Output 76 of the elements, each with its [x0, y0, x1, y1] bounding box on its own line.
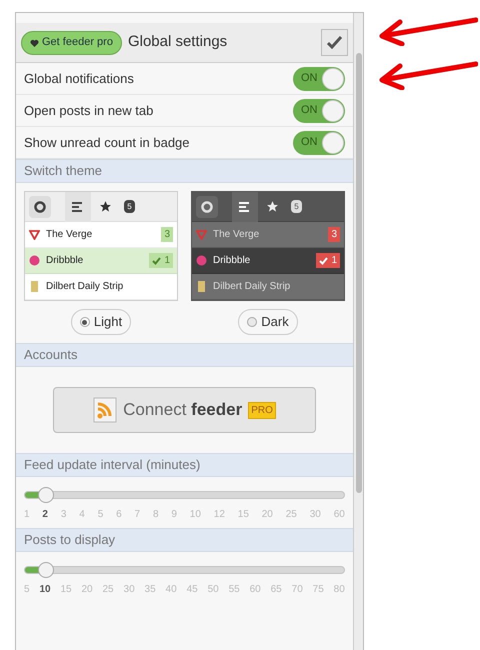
star-icon	[266, 200, 279, 213]
tick-label: 50	[208, 583, 219, 597]
tick-label: 70	[292, 583, 303, 597]
tick-label: 55	[228, 583, 240, 597]
tick-label: 4	[79, 508, 85, 522]
feed-icon	[196, 229, 207, 240]
setting-label: Global notifications	[24, 70, 134, 88]
tick-label: 35	[144, 583, 156, 597]
count-badge: 5	[291, 200, 302, 213]
unread-count: 3	[161, 227, 173, 242]
unread-count: 1	[316, 253, 340, 268]
tick-label: 25	[286, 508, 297, 522]
tick-label: 5	[24, 583, 30, 597]
tick-label: 30	[124, 583, 135, 597]
heart-icon	[30, 38, 39, 46]
tick-label: 65	[270, 583, 282, 597]
feed-name: Dilbert Daily Strip	[213, 280, 292, 294]
done-button[interactable]	[321, 29, 348, 56]
tick-label: 30	[310, 508, 321, 522]
tick-label: 10	[39, 583, 51, 597]
section-header: Switch theme	[16, 159, 353, 183]
theme-radio[interactable]: Light	[70, 309, 132, 335]
setting-label: Show unread count in badge	[24, 134, 190, 152]
scrollbar[interactable]	[353, 13, 363, 650]
tick-label: 75	[312, 583, 324, 597]
tick-label: 5	[98, 508, 104, 522]
tick-label: 15	[238, 508, 249, 522]
panel-title: Global settings	[128, 32, 228, 52]
tick-label: 20	[262, 508, 273, 522]
tick-label: 8	[152, 508, 159, 522]
feed-icon	[29, 281, 40, 292]
section-header: Posts to display	[16, 528, 353, 552]
slider-thumb[interactable]	[38, 562, 54, 578]
setting-label: Open posts in new tab	[24, 102, 154, 120]
tick-label: 60	[334, 508, 345, 522]
section-header: Accounts	[16, 343, 353, 367]
tick-label: 45	[186, 583, 198, 597]
theme-radio[interactable]: Dark	[238, 309, 298, 335]
pro-badge: PRO	[248, 402, 276, 418]
tick-label: 40	[166, 583, 177, 597]
tick-label: 3	[60, 508, 66, 522]
section-header: Feed update interval (minutes)	[16, 453, 353, 477]
tick-label: 9	[171, 508, 177, 522]
unread-count: 3	[328, 227, 340, 242]
star-icon	[99, 200, 112, 213]
rss-icon	[93, 397, 118, 423]
feed-name: The Verge	[213, 228, 260, 242]
tick-label: 80	[334, 583, 345, 597]
tick-label: 60	[250, 583, 261, 597]
connect-button[interactable]: Connect feeder PRO	[53, 387, 316, 433]
feed-icon	[29, 229, 40, 240]
tick-label: 20	[81, 583, 93, 597]
feed-name: Dilbert Daily Strip	[46, 280, 124, 294]
tick-label: 10	[190, 508, 201, 522]
slider-thumb[interactable]	[38, 487, 54, 503]
get-pro-button[interactable]: Get feeder pro	[21, 30, 122, 54]
checkmark-icon	[327, 36, 342, 49]
feed-name: Dribbble	[213, 254, 252, 268]
tick-label: 1	[24, 508, 30, 522]
checkmark-icon	[319, 256, 328, 264]
gear-icon	[29, 196, 51, 218]
gear-icon	[196, 196, 218, 218]
checkmark-icon	[152, 256, 162, 264]
feed-icon	[29, 255, 40, 266]
tick-label: 12	[214, 508, 225, 522]
feed-name: The Verge	[46, 228, 94, 242]
tick-label: 6	[116, 508, 122, 522]
unread-count: 1	[149, 253, 173, 268]
tick-label: 25	[102, 583, 114, 597]
count-badge: 5	[124, 200, 135, 213]
feed-icon	[196, 255, 207, 266]
tick-label: 7	[134, 508, 140, 522]
feed-icon	[196, 281, 207, 292]
tick-label: 15	[60, 583, 72, 597]
feed-name: Dribbble	[46, 254, 84, 268]
tick-label: 2	[42, 508, 48, 522]
